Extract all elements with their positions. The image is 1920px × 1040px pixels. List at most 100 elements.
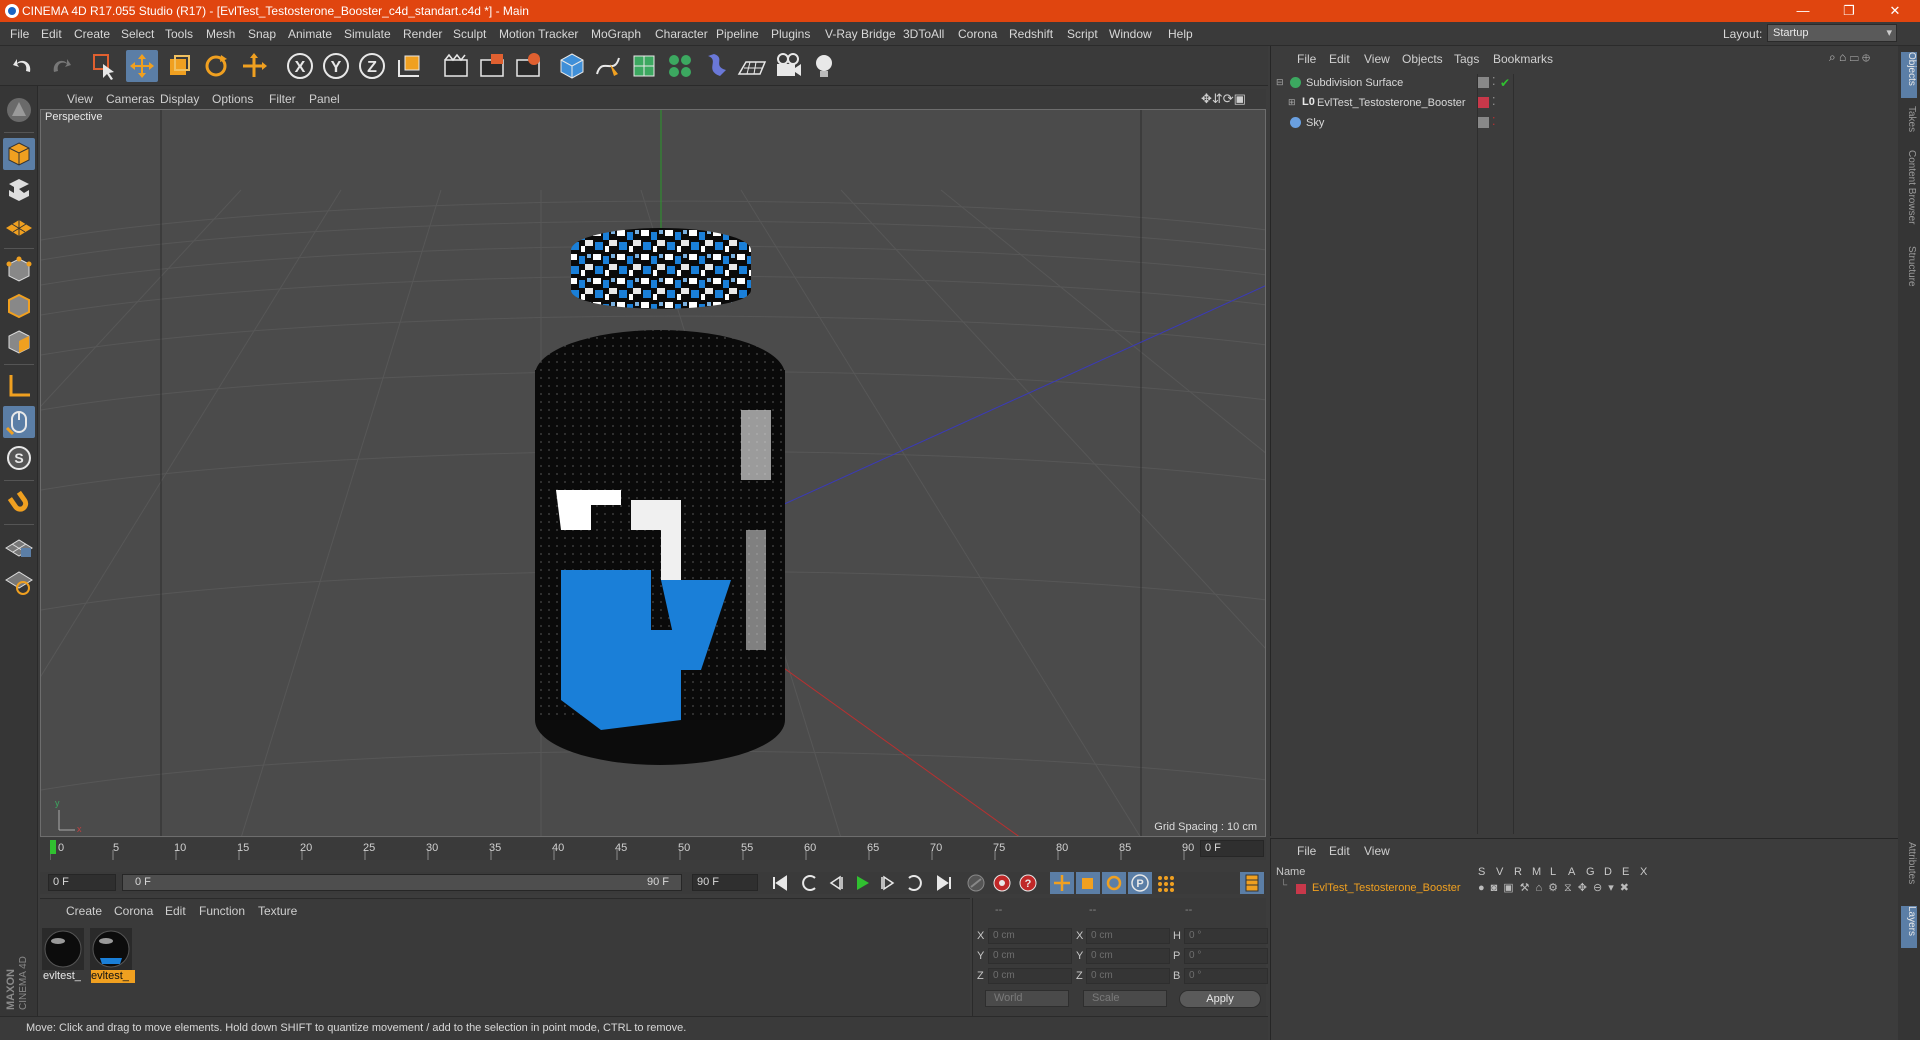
viewport-navigation-icons[interactable]: ✥⇵⟳▣ [1201, 91, 1246, 107]
menu-sculpt[interactable]: Sculpt [453, 27, 486, 41]
make-editable-icon[interactable] [3, 94, 35, 126]
material-menu-texture[interactable]: Texture [258, 904, 297, 918]
floor-icon[interactable] [736, 50, 768, 82]
workplane-icon[interactable] [3, 210, 35, 242]
object-menu-objects[interactable]: Objects [1402, 52, 1443, 66]
size-z-field[interactable]: 0 cm [1086, 968, 1170, 984]
menu-vray-bridge[interactable]: V-Ray Bridge [825, 27, 896, 41]
key-scale-icon[interactable] [1076, 872, 1100, 894]
cloner-icon[interactable] [664, 50, 696, 82]
snapping-icon[interactable]: S [3, 442, 35, 474]
axis-mode-icon[interactable] [3, 370, 35, 402]
end-frame-field[interactable]: 90 F [692, 874, 758, 891]
go-to-end-icon[interactable] [932, 872, 956, 894]
menu-render[interactable]: Render [403, 27, 442, 41]
object-row[interactable]: Sky ⁚ [1278, 114, 1898, 134]
start-frame-field[interactable]: 0 F [48, 874, 116, 891]
next-key-icon[interactable] [902, 872, 926, 894]
spline-pen-icon[interactable] [592, 50, 624, 82]
menu-help[interactable]: Help [1168, 27, 1193, 41]
menu-character[interactable]: Character [655, 27, 708, 41]
key-rotation-icon[interactable] [1102, 872, 1126, 894]
tab-takes[interactable]: Takes [1901, 106, 1917, 146]
frame-range-slider[interactable]: 0 F 90 F [122, 874, 682, 891]
world-coordinates-icon[interactable] [393, 50, 425, 82]
coordinate-mode-select[interactable]: Scale [1083, 990, 1167, 1007]
render-picture-viewer-icon[interactable] [476, 50, 508, 82]
viewport[interactable]: y x Perspective Grid Spacing : 10 cm [40, 109, 1266, 837]
expand-icon[interactable]: ⊟ [1276, 77, 1284, 88]
menu-create[interactable]: Create [74, 27, 110, 41]
layer-menu-edit[interactable]: Edit [1329, 844, 1350, 858]
expand-icon[interactable]: ⊞ [1288, 97, 1296, 108]
menu-animate[interactable]: Animate [288, 27, 332, 41]
menu-mograph[interactable]: MoGraph [591, 27, 641, 41]
visibility-dots-icon[interactable]: ⁚ [1492, 75, 1496, 88]
y-axis-lock-icon[interactable]: Y [320, 50, 352, 82]
layout-select[interactable]: Startup [1767, 24, 1897, 42]
light-icon[interactable] [808, 50, 840, 82]
record-keys-icon[interactable] [990, 872, 1014, 894]
camera-icon[interactable] [772, 50, 804, 82]
model-mode-icon[interactable] [3, 138, 35, 170]
layer-color-swatch[interactable] [1296, 884, 1306, 894]
viewport-menu-display[interactable]: Display [160, 92, 199, 106]
position-x-field[interactable]: 0 cm [988, 928, 1072, 944]
menu-pipeline[interactable]: Pipeline [716, 27, 759, 41]
current-frame-field[interactable]: 0 F [1200, 840, 1264, 857]
move-icon[interactable] [126, 50, 158, 82]
visibility-dots-icon[interactable]: ⁚ [1492, 115, 1496, 128]
material-menu-function[interactable]: Function [199, 904, 245, 918]
previous-key-icon[interactable] [798, 872, 822, 894]
layer-row[interactable]: └ EvlTest_Testosterone_Booster ●◙▣⚒⌂⚙⧖✥⊖… [1272, 880, 1898, 898]
material-menu-create[interactable]: Create [66, 904, 102, 918]
menu-redshift[interactable]: Redshift [1009, 27, 1053, 41]
tab-content-browser[interactable]: Content Browser [1901, 150, 1917, 238]
menu-script[interactable]: Script [1067, 27, 1098, 41]
go-to-start-icon[interactable] [768, 872, 792, 894]
menu-mesh[interactable]: Mesh [206, 27, 235, 41]
edit-render-settings-icon[interactable] [512, 50, 544, 82]
object-row[interactable]: ⊟ Subdivision Surface ⁚ ✔ [1276, 74, 1898, 94]
rotate-icon[interactable] [200, 50, 232, 82]
menu-corona[interactable]: Corona [958, 27, 997, 41]
close-button[interactable]: ✕ [1872, 0, 1918, 22]
x-axis-lock-icon[interactable]: X [284, 50, 316, 82]
viewport-menu-filter[interactable]: Filter [269, 92, 296, 106]
polygons-mode-icon[interactable] [3, 326, 35, 358]
layer-menu-view[interactable]: View [1364, 844, 1390, 858]
menu-tools[interactable]: Tools [165, 27, 193, 41]
object-menu-bookmarks[interactable]: Bookmarks [1493, 52, 1553, 66]
texture-mode-icon[interactable] [3, 174, 35, 206]
render-view-icon[interactable] [440, 50, 472, 82]
object-row[interactable]: ⊞ L0 EvlTest_Testosterone_Booster ⁚ [1278, 94, 1898, 114]
viewport-menu-cameras[interactable]: Cameras [106, 92, 155, 106]
position-y-field[interactable]: 0 cm [988, 948, 1072, 964]
menu-snap[interactable]: Snap [248, 27, 276, 41]
coordinate-space-select[interactable]: World [985, 990, 1069, 1007]
object-menu-tags[interactable]: Tags [1454, 52, 1479, 66]
edges-mode-icon[interactable] [3, 290, 35, 322]
material-menu-corona[interactable]: Corona [114, 904, 153, 918]
rotation-b-field[interactable]: 0 ° [1184, 968, 1268, 984]
layer-toggle-icons[interactable]: ●◙▣⚒⌂⚙⧖✥⊖▾✖ [1478, 881, 1635, 895]
subdivision-surface-icon[interactable] [628, 50, 660, 82]
apply-button[interactable]: Apply [1179, 990, 1261, 1008]
material-menu-edit[interactable]: Edit [165, 904, 186, 918]
object-menu-edit[interactable]: Edit [1329, 52, 1350, 66]
object-menu-view[interactable]: View [1364, 52, 1390, 66]
key-point-level-icon[interactable] [1154, 872, 1178, 894]
timeline-window-icon[interactable] [1240, 872, 1264, 894]
size-x-field[interactable]: 0 cm [1086, 928, 1170, 944]
menu-file[interactable]: File [10, 27, 29, 41]
menu-window[interactable]: Window [1109, 27, 1152, 41]
menu-3dtoall[interactable]: 3DToAll [903, 27, 944, 41]
menu-edit[interactable]: Edit [41, 27, 62, 41]
key-parameter-icon[interactable]: P [1128, 872, 1152, 894]
motion-path-icon[interactable] [964, 872, 988, 894]
autokeying-icon[interactable]: ? [1016, 872, 1040, 894]
menu-select[interactable]: Select [121, 27, 154, 41]
tab-structure[interactable]: Structure [1901, 246, 1917, 302]
rotation-h-field[interactable]: 0 ° [1184, 928, 1268, 944]
key-position-icon[interactable] [1050, 872, 1074, 894]
